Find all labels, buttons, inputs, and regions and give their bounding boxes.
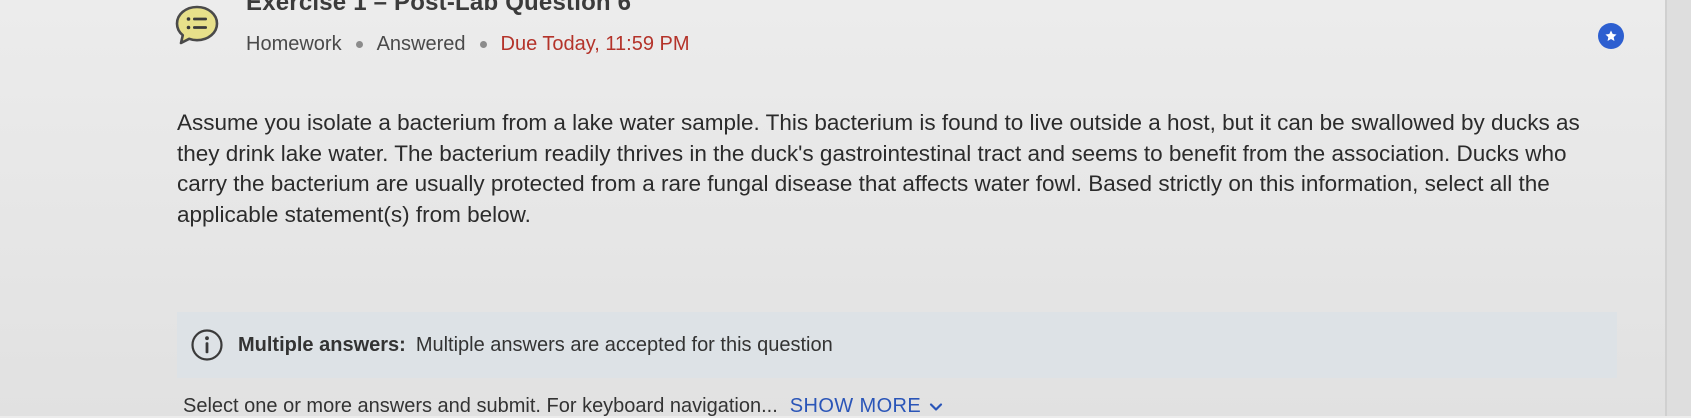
side-panel-edge xyxy=(1667,0,1691,416)
speech-bubble-list-icon xyxy=(174,4,220,46)
assignment-meta: Homework Answered Due Today, 11:59 PM xyxy=(246,33,690,56)
info-text: Multiple answers are accepted for this q… xyxy=(415,333,833,356)
info-label: Multiple answers: xyxy=(238,333,406,356)
page-title: Exercise 1 – Post-Lab Question 6 xyxy=(246,0,632,16)
assignment-status: Answered xyxy=(376,33,466,55)
assignment-page: Exercise 1 – Post-Lab Question 6 Homewor… xyxy=(0,0,1691,418)
show-more-link[interactable]: SHOW MORE xyxy=(790,395,943,418)
due-date: Due Today, 11:59 PM xyxy=(500,33,690,55)
show-more-label: SHOW MORE xyxy=(789,395,922,417)
separator-dot xyxy=(355,41,363,48)
answer-instructions: Select one or more answers and submit. F… xyxy=(183,395,943,418)
separator-dot xyxy=(479,41,487,48)
instructions-text: Select one or more answers and submit. F… xyxy=(183,395,778,417)
assignment-type: Homework xyxy=(246,33,342,55)
chevron-down-icon xyxy=(930,402,943,411)
question-prompt: Assume you isolate a bacterium from a la… xyxy=(177,110,1580,227)
star-button[interactable] xyxy=(1598,23,1624,49)
star-icon xyxy=(1605,30,1617,41)
info-banner: Multiple answers: Multiple answers are a… xyxy=(177,312,1617,378)
info-icon xyxy=(191,329,223,361)
